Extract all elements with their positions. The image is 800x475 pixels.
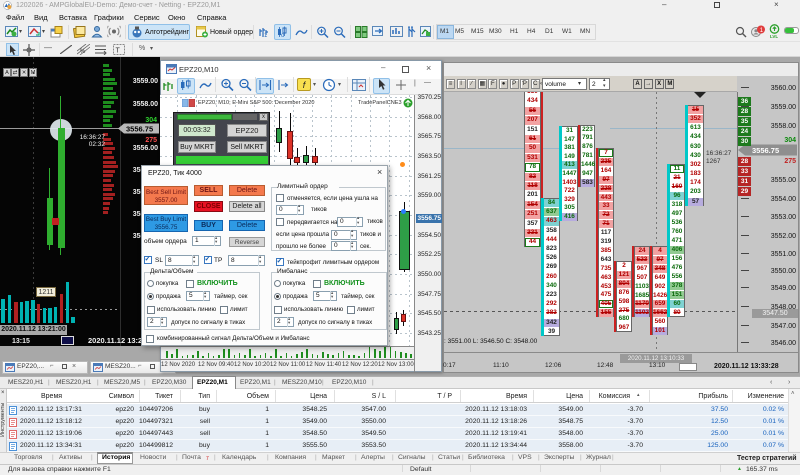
svg-text:1: 1	[264, 33, 268, 38]
svg-text:3556.75: 3556.75	[126, 125, 153, 134]
svg-text:%: %	[80, 49, 86, 55]
svg-text:LVL: LVL	[770, 34, 778, 38]
svg-text:T: T	[116, 48, 121, 55]
svg-text:3556.75: 3556.75	[752, 146, 779, 155]
